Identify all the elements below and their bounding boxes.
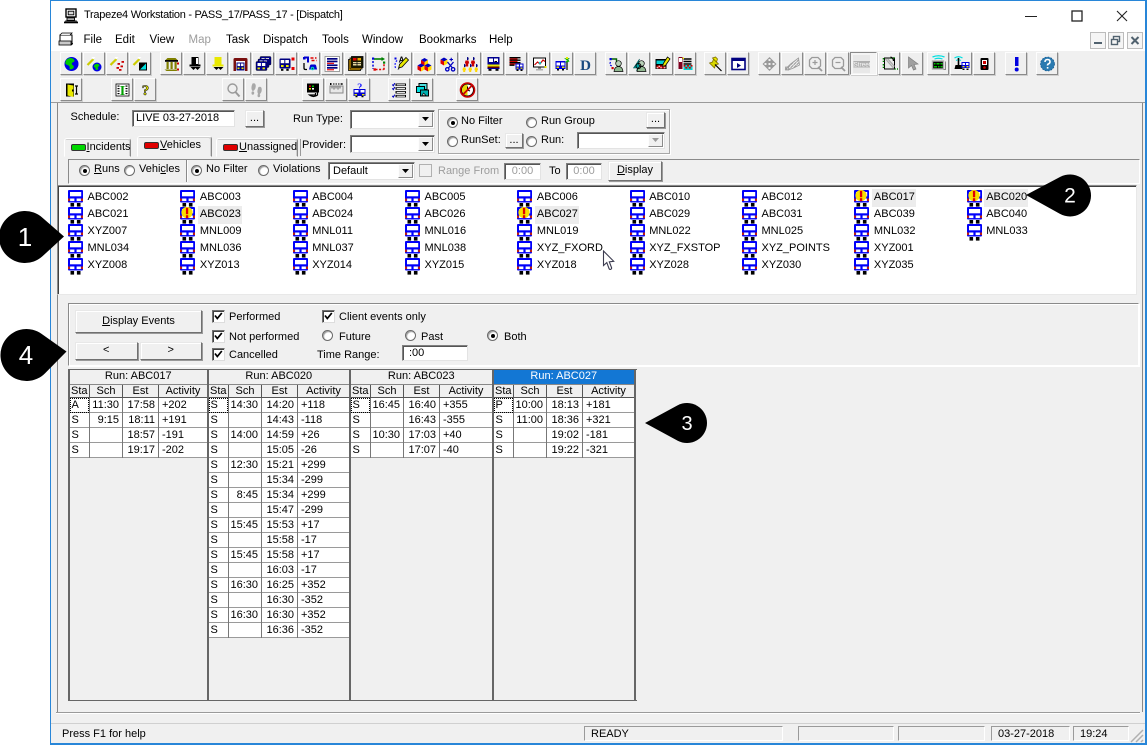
svg-text:2: 2 (1064, 185, 1076, 208)
svg-text:1: 1 (18, 222, 32, 252)
svg-text:4: 4 (19, 340, 33, 370)
svg-text:Street: Street (853, 62, 870, 69)
svg-text:?: ? (357, 83, 362, 94)
svg-text:3: 3 (681, 413, 692, 435)
svg-text:D: D (580, 58, 591, 73)
svg-text:?: ? (142, 83, 150, 99)
svg-text:I: I (120, 84, 125, 99)
